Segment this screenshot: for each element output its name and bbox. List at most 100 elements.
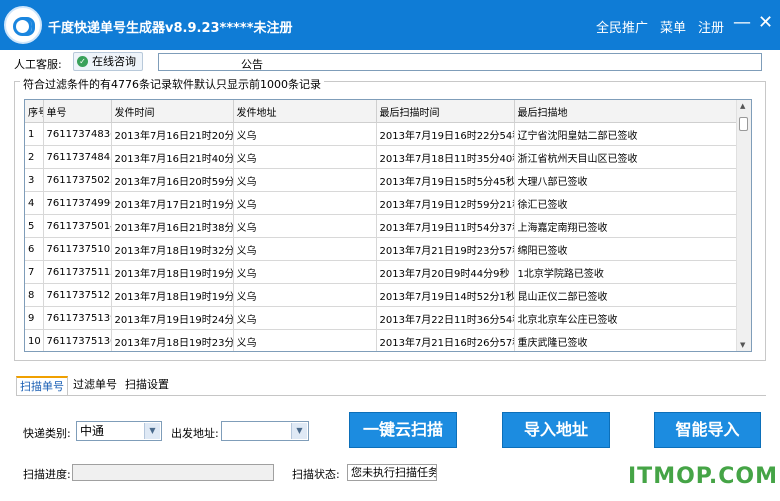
table-cell: 7 <box>25 260 44 284</box>
records-table[interactable]: 序号 单号 发件时间 发件地址 最后扫描时间 最后扫描地 17611737483… <box>24 99 752 352</box>
table-cell: 2013年7月18日19时32分42秒 <box>111 237 234 261</box>
table-cell: 2 <box>25 145 44 169</box>
table-cell: 2013年7月16日20时59分25秒 <box>111 168 234 192</box>
table-cell: 2013年7月18日19时23分23秒 <box>111 329 234 351</box>
table-cell: 大理八部已签收 <box>514 168 739 192</box>
table-cell: 5 <box>25 214 44 238</box>
table-cell: 761173748456 <box>43 145 112 169</box>
table-cell: 义乌 <box>233 283 377 307</box>
table-cell: 1北京学院路已签收 <box>514 260 739 284</box>
menu-link[interactable]: 菜单 <box>660 21 686 36</box>
register-link[interactable]: 注册 <box>698 21 724 36</box>
smart-import-button[interactable]: 智能导入 <box>654 412 761 448</box>
column-header[interactable]: 最后扫描地 <box>514 100 739 123</box>
table-cell: 义乌 <box>233 122 377 146</box>
column-header[interactable]: 发件时间 <box>111 100 234 123</box>
promote-link[interactable]: 全民推广 <box>596 21 648 36</box>
table-cell: 8 <box>25 283 44 307</box>
table-row[interactable]: 97611737513932013年7月19日19时24分25秒义乌2013年7… <box>25 306 739 330</box>
table-row[interactable]: 87611737512152013年7月18日19时19分59秒义乌2013年7… <box>25 283 739 307</box>
tab-divider <box>16 395 766 396</box>
table-cell: 重庆武隆已签收 <box>514 329 739 351</box>
courier-select[interactable]: 中通 ▼ <box>76 421 162 441</box>
progress-label: 扫描进度: <box>23 468 71 481</box>
column-header[interactable]: 最后扫描时间 <box>376 100 515 123</box>
notice-box: 公告 <box>158 53 762 71</box>
column-header[interactable]: 单号 <box>43 100 112 123</box>
tab-scan[interactable]: 扫描单号 <box>16 376 68 395</box>
table-row[interactable]: 27611737484562013年7月16日21时40分18秒义乌2013年7… <box>25 145 739 169</box>
table-cell: 2013年7月16日21时38分59秒 <box>111 214 234 238</box>
close-button[interactable]: ✕ <box>758 13 773 33</box>
table-row[interactable]: 17611737483672013年7月16日21时20分59秒义乌2013年7… <box>25 122 739 146</box>
cloud-scan-button[interactable]: 一键云扫描 <box>349 412 457 448</box>
table-cell: 2013年7月16日21时40分18秒 <box>111 145 234 169</box>
table-cell: 761173751393 <box>43 306 112 330</box>
table-cell: 义乌 <box>233 237 377 261</box>
table-cell: 2013年7月19日16时22分54秒 <box>376 122 515 146</box>
online-consult-button[interactable]: ✓ 在线咨询 <box>73 52 143 71</box>
table-cell: 2013年7月19日12时59分21秒 <box>376 191 515 215</box>
table-cell: 2013年7月18日19时19分39秒 <box>111 260 234 284</box>
table-header-row: 序号 单号 发件时间 发件地址 最后扫描时间 最后扫描地 <box>25 100 739 123</box>
scan-status-field: 您未执行扫描任务 <box>347 464 437 481</box>
origin-select[interactable]: ▼ <box>221 421 309 441</box>
table-cell: 义乌 <box>233 260 377 284</box>
column-header[interactable]: 发件地址 <box>233 100 377 123</box>
table-cell: 义乌 <box>233 168 377 192</box>
table-cell: 761173750236 <box>43 168 112 192</box>
table-cell: 2013年7月19日11时54分37秒 <box>376 214 515 238</box>
table-cell: 761173751126 <box>43 260 112 284</box>
records-summary: 符合过滤条件的有4776条记录软件默认只显示前1000条记录 <box>20 76 324 92</box>
top-menu: 全民推广 菜单 注册 <box>596 17 736 36</box>
import-address-button[interactable]: 导入地址 <box>502 412 610 448</box>
chevron-down-icon: ▼ <box>291 423 307 439</box>
online-consult-label: 在线咨询 <box>92 55 136 68</box>
table-row[interactable]: 77611737511262013年7月18日19时19分39秒义乌2013年7… <box>25 260 739 284</box>
table-cell: 6 <box>25 237 44 261</box>
table-cell: 761173751037 <box>43 237 112 261</box>
table-cell: 9 <box>25 306 44 330</box>
table-cell: 4 <box>25 191 44 215</box>
table-cell: 浙江省杭州天目山区已签收 <box>514 145 739 169</box>
scroll-thumb[interactable] <box>739 117 748 131</box>
table-cell: 761173750147 <box>43 214 112 238</box>
table-cell: 北京北京车公庄已签收 <box>514 306 739 330</box>
scroll-down-icon[interactable]: ▼ <box>740 341 745 349</box>
table-cell: 昆山正仪二部已签收 <box>514 283 739 307</box>
tab-settings[interactable]: 扫描设置 <box>122 376 172 395</box>
table-cell: 761173751215 <box>43 283 112 307</box>
table-cell: 2013年7月19日14时52分1秒 <box>376 283 515 307</box>
table-row[interactable]: 37611737502362013年7月16日20时59分25秒义乌2013年7… <box>25 168 739 192</box>
table-cell: 2013年7月16日21时20分59秒 <box>111 122 234 146</box>
table-cell: 辽宁省沈阳皇姑二部已签收 <box>514 122 739 146</box>
minimize-button[interactable]: — <box>733 13 751 33</box>
scroll-up-icon[interactable]: ▲ <box>740 102 745 110</box>
column-header[interactable]: 序号 <box>25 100 44 123</box>
table-cell: 义乌 <box>233 214 377 238</box>
chevron-down-icon: ▼ <box>144 423 160 439</box>
app-title: 千度快递单号生成器v8.9.23*****未注册 <box>48 21 293 36</box>
table-cell: 2013年7月19日19时24分25秒 <box>111 306 234 330</box>
watermark-text: ITMOP.COM <box>628 464 778 489</box>
notice-text: 公告 <box>241 58 263 71</box>
table-row[interactable]: 57611737501472013年7月16日21时38分59秒义乌2013年7… <box>25 214 739 238</box>
table-cell: 2013年7月21日16时26分57秒 <box>376 329 515 351</box>
table-cell: 徐汇已签收 <box>514 191 739 215</box>
table-row[interactable]: 47611737499692013年7月17日21时19分17秒义乌2013年7… <box>25 191 739 215</box>
status-label: 扫描状态: <box>292 468 340 481</box>
courier-label: 快递类别: <box>23 427 71 440</box>
table-cell: 10 <box>25 329 44 351</box>
table-row[interactable]: 67611737510372013年7月18日19时32分42秒义乌2013年7… <box>25 237 739 261</box>
tab-filter[interactable]: 过滤单号 <box>70 376 120 395</box>
title-bar: 千度快递单号生成器v8.9.23*****未注册 全民推广 菜单 注册 — ✕ <box>0 0 780 50</box>
table-cell: 绵阳已签收 <box>514 237 739 261</box>
table-scrollbar[interactable]: ▲ ▼ <box>736 100 751 351</box>
table-cell: 2013年7月20日9时44分9秒 <box>376 260 515 284</box>
table-cell: 761173751304 <box>43 329 112 351</box>
table-row[interactable]: 107611737513042013年7月18日19时23分23秒义乌2013年… <box>25 329 739 351</box>
chat-icon: ✓ <box>77 56 88 67</box>
table-cell: 761173748367 <box>43 122 112 146</box>
table-cell: 义乌 <box>233 191 377 215</box>
table-cell: 2013年7月22日11时36分54秒 <box>376 306 515 330</box>
